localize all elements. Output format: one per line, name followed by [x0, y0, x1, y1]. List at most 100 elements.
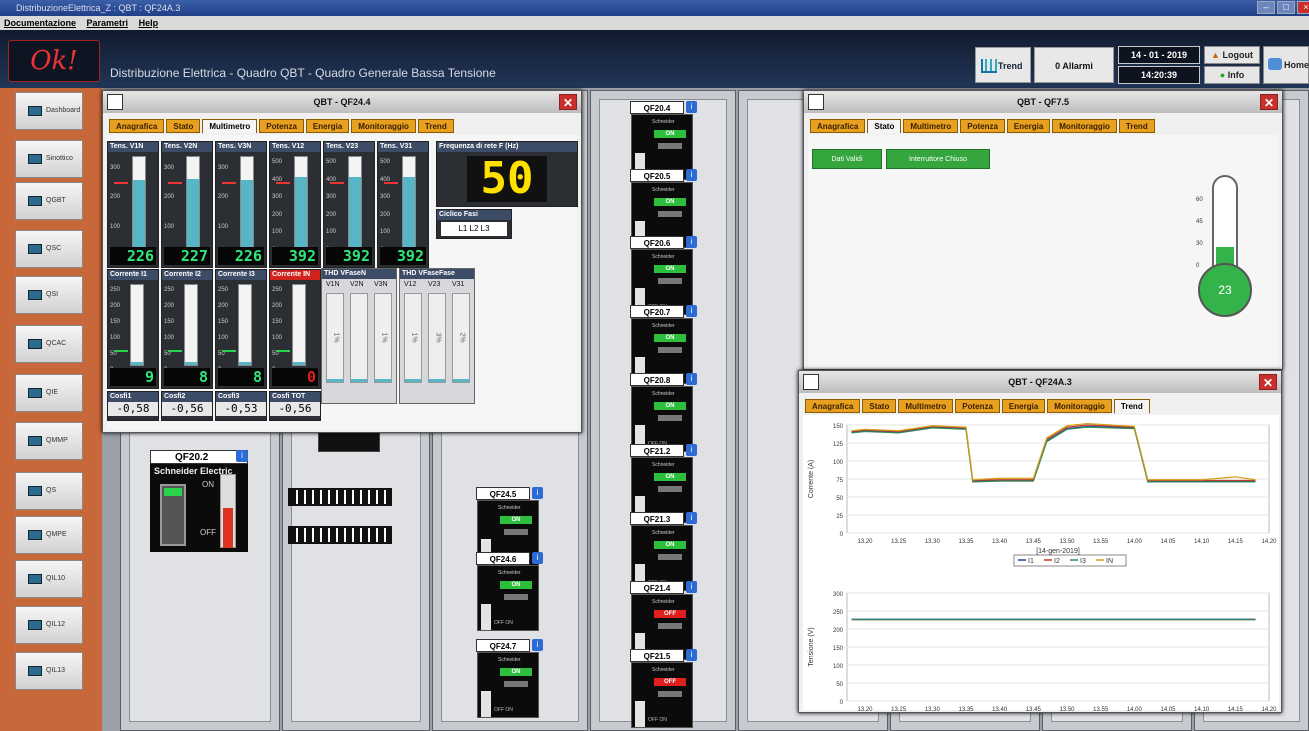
menu-documentazione[interactable]: Documentazione	[4, 18, 76, 28]
info-icon[interactable]: i	[686, 512, 697, 524]
breaker[interactable]: QF24.6 i Schneider ON OFF ON	[476, 552, 543, 631]
panel-icon	[28, 388, 42, 398]
breaker-switch[interactable]	[658, 143, 682, 149]
tab-stato[interactable]: Stato	[867, 119, 902, 133]
current-chart: 150 125 100 75 50 25 0 13.20 13.25 13.30 13.35 13.4…	[808, 422, 1277, 567]
breaker[interactable]: QF24.7 i Schneider ON OFF ON	[476, 639, 543, 718]
sidebar-item-qs[interactable]: QS	[15, 472, 83, 510]
breaker-lever[interactable]	[223, 508, 233, 548]
tab-anagrafica[interactable]: Anagrafica	[805, 399, 861, 413]
terminal-block	[318, 432, 380, 452]
meter-scale: 250200150100500	[272, 282, 282, 378]
breaker-switch[interactable]	[658, 347, 682, 353]
close-icon[interactable]: ✕	[559, 94, 577, 110]
tab-energia[interactable]: Energia	[1006, 119, 1051, 133]
breaker-switch[interactable]	[658, 554, 682, 560]
window-titlebar: DistribuzioneElettrica_Z : QBT : QF24A.3…	[0, 0, 1309, 16]
info-icon[interactable]: i	[686, 581, 697, 593]
x-tick-label: 13.35	[958, 707, 974, 713]
on-off-label: OFF ON	[494, 620, 513, 626]
tab-energia[interactable]: Energia	[305, 119, 350, 133]
window-checkbox[interactable]	[107, 94, 123, 110]
window-checkbox[interactable]	[803, 374, 819, 390]
info-icon[interactable]: i	[236, 450, 248, 462]
sidebar-item-qie[interactable]: QIE	[15, 374, 83, 412]
tab-potenza[interactable]: Potenza	[960, 119, 1005, 133]
sidebar-item-qsi[interactable]: QSI	[15, 276, 83, 314]
tab-trend[interactable]: Trend	[417, 119, 454, 133]
breaker-switch[interactable]	[658, 691, 682, 697]
thd-bar: 3%	[428, 293, 446, 383]
info-icon[interactable]: i	[686, 236, 697, 248]
info-icon[interactable]: i	[532, 639, 543, 651]
info-icon[interactable]: i	[686, 444, 697, 456]
info-icon[interactable]: i	[532, 487, 543, 499]
info-icon[interactable]: i	[686, 305, 697, 317]
sidebar-item-qmpe[interactable]: QMPE	[15, 516, 83, 554]
sidebar-item-qsc[interactable]: QSC	[15, 230, 83, 268]
breaker[interactable]: QF21.5 i Schneider OFF OFF ON	[630, 649, 697, 728]
tab-trend[interactable]: Trend	[1118, 119, 1155, 133]
tab-multimetro[interactable]: Multimetro	[898, 399, 954, 413]
on-off-label: OFF ON	[494, 707, 513, 713]
logout-button[interactable]: ▲ Logout	[1204, 46, 1260, 64]
info-icon[interactable]: i	[532, 552, 543, 564]
breaker-switch[interactable]	[504, 594, 528, 600]
sidebar-item-qil12[interactable]: QIL12	[15, 606, 83, 644]
window-checkbox[interactable]	[808, 94, 824, 110]
info-icon[interactable]: i	[686, 649, 697, 661]
breaker-switch[interactable]	[658, 623, 682, 629]
tab-monitoraggio[interactable]: Monitoraggio	[1052, 119, 1117, 133]
trend-button[interactable]: Trend	[975, 47, 1031, 83]
tab-monitoraggio[interactable]: Monitoraggio	[1047, 399, 1112, 413]
cosfi-value: -0,56	[270, 402, 320, 416]
sidebar-item-qgbt[interactable]: QGBT	[15, 182, 83, 220]
sidebar-item-dashboard[interactable]: Dashboard	[15, 92, 83, 130]
tab-stato[interactable]: Stato	[166, 119, 201, 133]
info-icon[interactable]: i	[686, 101, 697, 113]
sidebar-item-qcac[interactable]: QCAC	[15, 325, 83, 363]
voltage-meter: Tens. V2N3002001000227	[161, 141, 213, 268]
tab-stato[interactable]: Stato	[862, 399, 897, 413]
meter-gauge	[132, 156, 146, 248]
home-button[interactable]: Home	[1263, 46, 1309, 84]
main-breaker[interactable]: Schneider Electric ON OFF	[150, 464, 248, 552]
breaker-switch[interactable]	[658, 415, 682, 421]
maximize-icon[interactable]: □	[1277, 1, 1295, 14]
breaker-switch[interactable]	[658, 278, 682, 284]
tab-monitoraggio[interactable]: Monitoraggio	[351, 119, 416, 133]
alarms-button[interactable]: 0 Allarmi	[1034, 47, 1114, 83]
sidebar-item-qil13[interactable]: QIL13	[15, 652, 83, 690]
menu-help[interactable]: Help	[139, 18, 159, 28]
close-icon[interactable]: ✕	[1260, 94, 1278, 110]
cosfi-box: Cosfi1 -0,58	[107, 391, 159, 421]
breaker-switch[interactable]	[658, 486, 682, 492]
thd-fill	[351, 379, 367, 382]
home-label: Home	[1284, 60, 1309, 70]
sidebar-item-sinottico[interactable]: Sinottico	[15, 140, 83, 178]
minimize-icon[interactable]: –	[1257, 1, 1275, 14]
close-icon[interactable]: ✕	[1259, 374, 1277, 390]
breaker[interactable]: QF20.8iSchneiderONOFF ON	[630, 373, 697, 452]
info-button[interactable]: ● Info	[1204, 66, 1260, 84]
menu-parametri[interactable]: Parametri	[87, 18, 129, 28]
tab-trend[interactable]: Trend	[1113, 399, 1150, 413]
setpoint-arrow-icon	[330, 182, 344, 184]
sidebar-item-qil10[interactable]: QIL10	[15, 560, 83, 598]
breaker-switch[interactable]	[504, 681, 528, 687]
tab-potenza[interactable]: Potenza	[955, 399, 1000, 413]
breaker-switch[interactable]	[658, 211, 682, 217]
tab-anagrafica[interactable]: Anagrafica	[810, 119, 866, 133]
close-icon[interactable]: ×	[1297, 1, 1309, 14]
info-icon[interactable]: i	[686, 169, 697, 181]
x-tick-label: 13.45	[1026, 707, 1042, 713]
sidebar-item-qmmp[interactable]: QMMP	[15, 422, 83, 460]
tab-potenza[interactable]: Potenza	[259, 119, 304, 133]
breaker-switch[interactable]	[504, 529, 528, 535]
tab-anagrafica[interactable]: Anagrafica	[109, 119, 165, 133]
tab-energia[interactable]: Energia	[1001, 399, 1046, 413]
tab-multimetro[interactable]: Multimetro	[202, 119, 258, 133]
tab-multimetro[interactable]: Multimetro	[903, 119, 959, 133]
thd-fill	[375, 379, 391, 382]
info-icon[interactable]: i	[686, 373, 697, 385]
